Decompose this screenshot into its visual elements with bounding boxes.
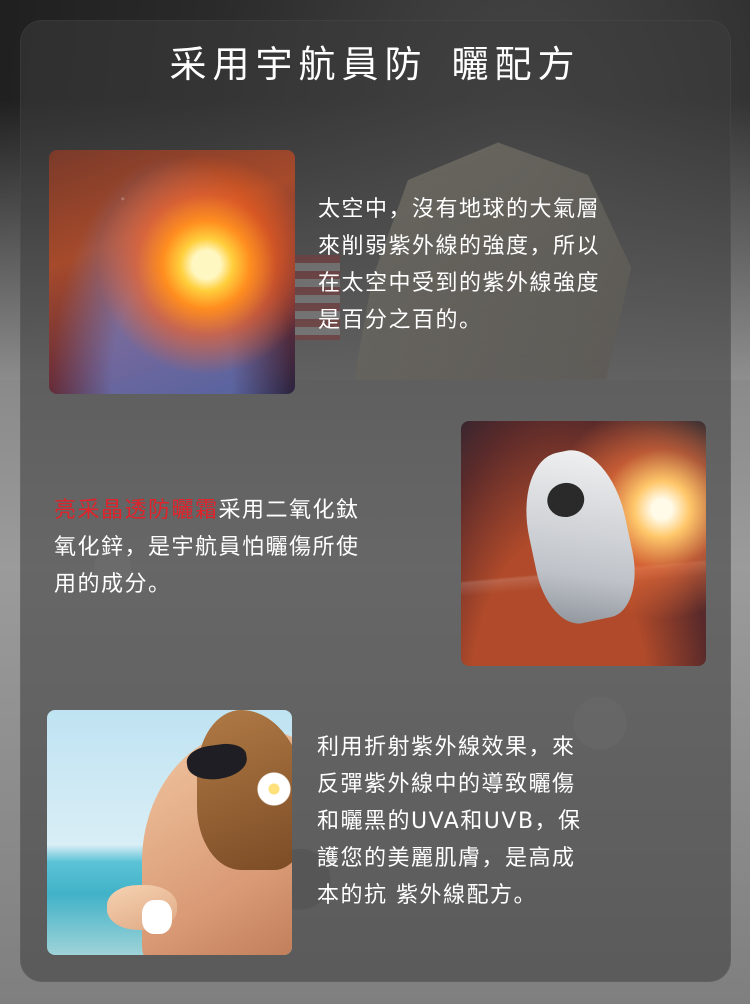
section-2-line: 用的成分。	[54, 572, 172, 597]
product-name-highlight: 亮采晶透防曬霜	[54, 498, 219, 523]
sunscreen-cream	[142, 900, 172, 934]
section-3-line: 護您的美麗肌膚，是高成	[317, 846, 576, 871]
flower-icon	[257, 772, 291, 806]
section-1-line: 太空中，沒有地球的大氣層	[318, 197, 601, 222]
section-2-text: 亮采晶透防曬霜采用二氧化鈦 氧化鋅，是宇航員怕曬傷所使 用的成分。	[54, 492, 360, 603]
section-3-line: 和曬黑的UVA和UVB，保	[317, 809, 582, 834]
section-1-line: 來削弱紫外線的強度，所以	[318, 234, 601, 259]
title-part-1: 采用宇航員防	[169, 43, 428, 86]
section-2-line: 亮采晶透防曬霜采用二氧化鈦	[54, 492, 360, 529]
section-3-line: 本的抗 紫外線配方。	[317, 883, 537, 908]
section-3-text: 利用折射紫外線效果，來 反彈紫外線中的導致曬傷 和曬黑的UVA和UVB，保 護您…	[317, 729, 582, 914]
section-3-line: 反彈紫外線中的導致曬傷	[317, 772, 576, 797]
title-part-2: 曬配方	[451, 43, 581, 86]
page: 采用宇航員防 曬配方 太空中，沒有地球的大氣層 來削弱紫外線的強度，所以 在太空中…	[0, 0, 750, 1004]
section-1-line: 在太空中受到的紫外線強度	[318, 271, 601, 296]
astronaut-image	[461, 421, 706, 666]
section-1-line: 是百分之百的。	[318, 308, 483, 333]
section-2-line: 氧化鋅，是宇航員怕曬傷所使	[54, 535, 360, 560]
section-3-line: 利用折射紫外線效果，來	[317, 735, 576, 760]
page-title: 采用宇航員防 曬配方	[0, 34, 750, 88]
woman-sunscreen-image	[47, 710, 292, 955]
astronaut-figure	[512, 442, 645, 631]
section-1-text: 太空中，沒有地球的大氣層 來削弱紫外線的強度，所以 在太空中受到的紫外線強度 是…	[318, 191, 600, 339]
section-2-line-rest: 采用二氧化鈦	[218, 498, 360, 523]
sun-in-space-image	[49, 150, 295, 394]
